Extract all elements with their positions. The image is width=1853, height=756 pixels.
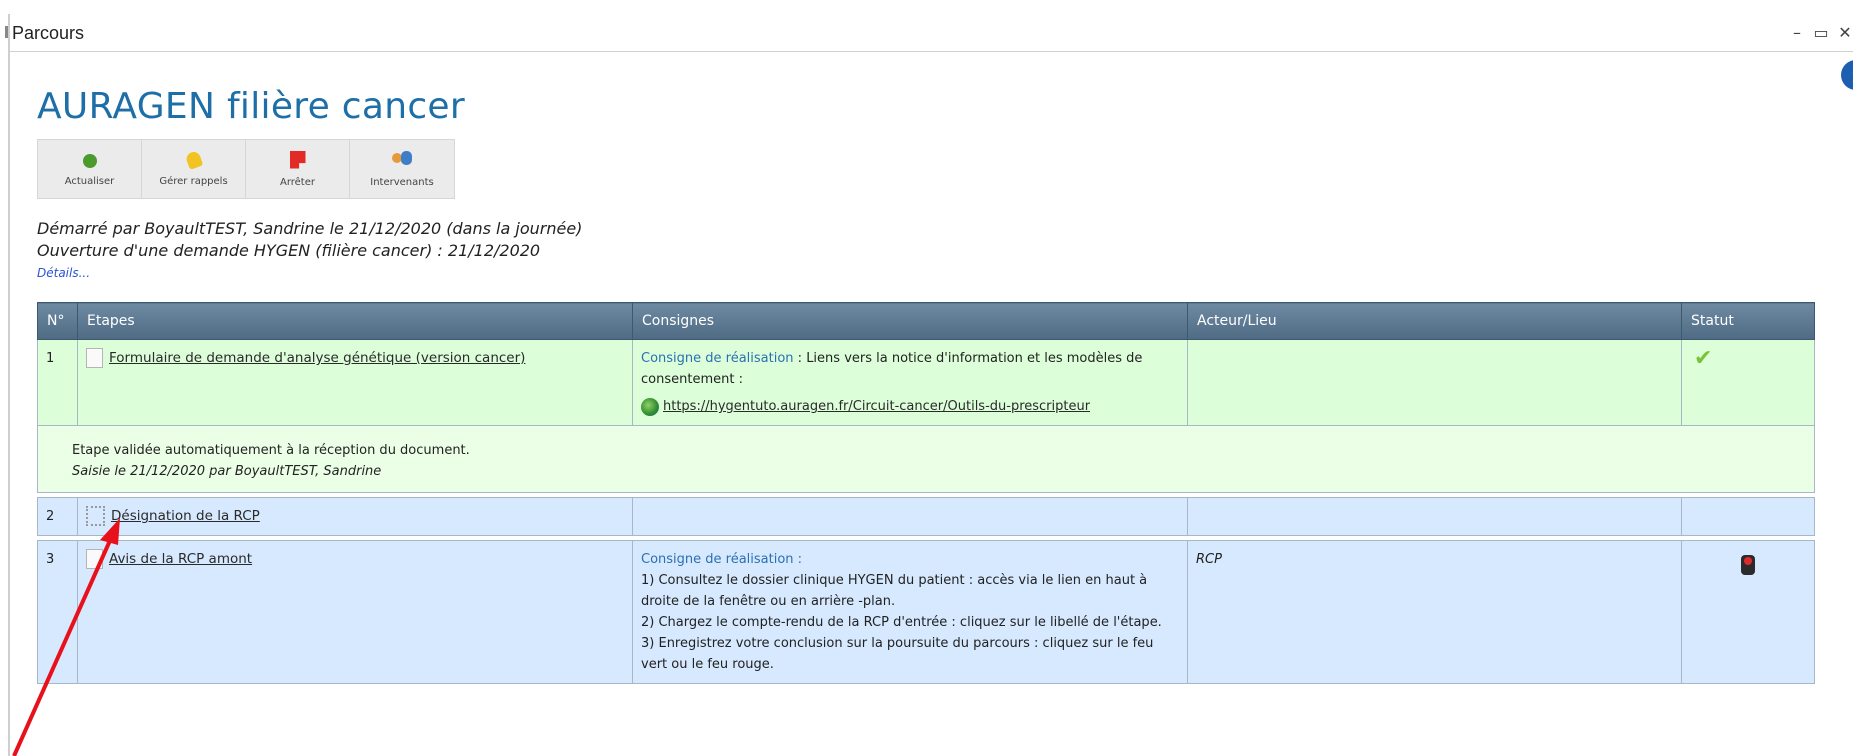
- document-icon: [86, 549, 103, 569]
- table-row: 1 Formulaire de demande d'analyse généti…: [37, 339, 1815, 426]
- window-title: Parcours: [12, 23, 85, 43]
- page-title: AURAGEN filière cancer: [37, 86, 465, 127]
- minimize-button[interactable]: –: [1789, 25, 1805, 41]
- step-cell: Désignation de la RCP: [77, 497, 633, 536]
- status-cell: [1681, 497, 1815, 536]
- stop-icon: [289, 150, 306, 169]
- opening-text: Ouverture d'une demande HYGEN (filière c…: [37, 241, 541, 260]
- step-link[interactable]: Avis de la RCP amont: [109, 549, 252, 570]
- validation-note-signature: Saisie le 21/12/2020 par BoyaultTEST, Sa…: [72, 464, 382, 479]
- info-icon[interactable]: i: [1841, 60, 1853, 90]
- checkmark-icon: ✔: [1694, 346, 1713, 371]
- actor-cell: [1187, 339, 1682, 426]
- instructions-title: Consigne de réalisation :: [641, 552, 803, 567]
- step-link[interactable]: Formulaire de demande d'analyse génétiqu…: [109, 348, 525, 369]
- instructions-cell: [632, 497, 1188, 536]
- validation-note: Etape validée automatiquement à la récep…: [37, 425, 1815, 493]
- column-header-status: Statut: [1681, 302, 1815, 340]
- step-link[interactable]: Désignation de la RCP: [111, 506, 260, 527]
- instruction-line: 1) Consultez le dossier clinique HYGEN d…: [641, 573, 1148, 609]
- refresh-icon: [82, 154, 97, 168]
- actor-cell: [1187, 497, 1682, 536]
- stop-label: Arrêter: [279, 176, 315, 188]
- refresh-button[interactable]: Actualiser: [38, 140, 142, 198]
- external-url-link[interactable]: https://hygentuto.auragen.fr/Circuit-can…: [663, 396, 1090, 417]
- traffic-light-icon[interactable]: [1741, 555, 1755, 575]
- participants-button[interactable]: Intervenants: [350, 140, 454, 198]
- table-row: 3 Avis de la RCP amont Consigne de réali…: [37, 540, 1815, 684]
- started-by-text: Démarré par BoyaultTEST, Sandrine le 21/…: [37, 219, 583, 238]
- people-icon: [392, 150, 412, 169]
- status-cell: ✔: [1681, 339, 1815, 426]
- step-cell: Avis de la RCP amont: [77, 540, 633, 684]
- step-cell: Formulaire de demande d'analyse génétiqu…: [77, 339, 633, 426]
- maximize-button[interactable]: ▭: [1813, 25, 1829, 41]
- document-icon: [86, 348, 103, 368]
- manage-reminders-label: Gérer rappels: [159, 175, 228, 187]
- column-header-number: N°: [37, 302, 78, 340]
- pending-document-icon: [86, 506, 105, 526]
- stop-button[interactable]: Arrêter: [246, 140, 350, 198]
- table-row-note: Etape validée automatiquement à la récep…: [37, 425, 1815, 493]
- globe-icon: [641, 397, 659, 416]
- step-number: 3: [37, 540, 78, 684]
- step-number: 1: [37, 339, 78, 426]
- instruction-line: 3) Enregistrez votre conclusion sur la p…: [641, 636, 1154, 672]
- step-number: 2: [37, 497, 78, 536]
- window-controls: – ▭ ✕: [1789, 14, 1853, 52]
- window-resize-handle[interactable]: [5, 26, 8, 38]
- instructions-cell: Consigne de réalisation : 1) Consultez l…: [632, 540, 1188, 684]
- actor-cell: RCP: [1187, 540, 1682, 684]
- close-button[interactable]: ✕: [1837, 25, 1853, 41]
- table-row: 2 Désignation de la RCP: [37, 497, 1815, 536]
- column-header-actor: Acteur/Lieu: [1187, 302, 1682, 340]
- manage-reminders-button[interactable]: Gérer rappels: [142, 140, 246, 198]
- status-cell: [1681, 540, 1815, 684]
- validation-note-text: Etape validée automatiquement à la récep…: [72, 443, 470, 458]
- table-header-row: N° Etapes Consignes Acteur/Lieu Statut: [37, 302, 1815, 340]
- instruction-line: 2) Chargez le compte-rendu de la RCP d'e…: [641, 615, 1162, 630]
- pathway-meta: Démarré par BoyaultTEST, Sandrine le 21/…: [37, 218, 582, 262]
- details-link[interactable]: Détails...: [37, 266, 90, 280]
- instructions-title: Consigne de réalisation: [641, 351, 794, 366]
- column-header-steps: Etapes: [77, 302, 633, 340]
- participants-label: Intervenants: [370, 176, 434, 188]
- bell-icon: [184, 149, 203, 170]
- instructions-cell: Consigne de réalisation : Liens vers la …: [632, 339, 1188, 426]
- column-header-instructions: Consignes: [632, 302, 1188, 340]
- refresh-label: Actualiser: [64, 176, 115, 187]
- window-left-edge: [8, 14, 10, 756]
- steps-table: N° Etapes Consignes Acteur/Lieu Statut 1…: [37, 302, 1815, 684]
- toolbar: Actualiser Gérer rappels Arrêter Interve…: [37, 139, 455, 199]
- window-title-bar: Parcours: [10, 14, 1853, 52]
